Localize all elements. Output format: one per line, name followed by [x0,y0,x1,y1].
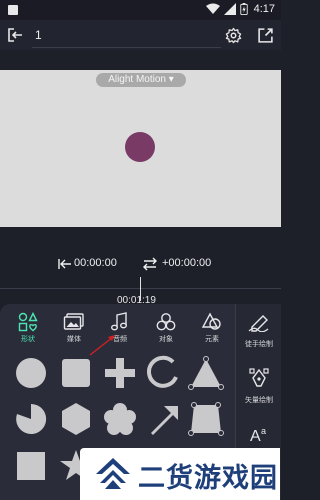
media-icon [63,313,84,330]
tab-label: 形状 [21,336,35,343]
tab-label: 元素 [205,336,219,343]
export-icon[interactable] [257,27,274,44]
start-timecode[interactable]: 00:00:00 [74,257,117,269]
swap-icon[interactable] [142,257,158,271]
shape-pie[interactable] [11,399,51,439]
shape-circle[interactable] [11,353,51,393]
pie-icon [16,403,47,434]
vector-draw-icon [249,368,269,387]
app-watermark[interactable]: Alight Motion ▾ [96,73,186,87]
site-name: 二货游戏园 [138,463,278,494]
site-logo-icon [96,458,130,489]
svg-text:a: a [261,426,266,436]
circle-icon [16,358,46,388]
site-watermark-banner: 二货游戏园 [80,448,280,500]
shape-flower[interactable] [100,399,140,439]
tab-media[interactable]: 媒体 [51,312,97,346]
square-icon [62,359,90,387]
shape-trapezoid[interactable] [186,399,226,439]
editor-toolbar: 1 [0,20,281,50]
square-small-icon [17,452,45,480]
audio-icon [111,312,127,331]
svg-text:A: A [250,428,261,444]
shape-plus[interactable] [100,353,140,393]
status-bar: 4:17 [0,0,281,20]
triangle-icon [188,356,224,390]
exit-icon[interactable] [7,27,23,43]
shape-hexagon[interactable] [56,399,96,439]
shapes-icon [18,312,38,332]
shape-triangle[interactable] [186,353,226,393]
tab-shapes[interactable]: 形状 [5,312,51,346]
tab-elements[interactable]: 元素 [189,312,235,346]
shape-square-small[interactable] [11,446,51,486]
trapezoid-icon [188,402,224,436]
freehand-draw-button[interactable]: 徒手绘制 [236,314,282,349]
project-name-field[interactable]: 1 [35,28,42,42]
signal-icon [224,3,236,15]
start-marker-icon[interactable] [58,258,72,270]
tab-label: 对象 [159,336,173,343]
shape-arrow[interactable] [143,399,183,439]
tab-label: 媒体 [67,336,81,343]
preview-background [0,50,281,70]
text-icon: A a [250,426,266,445]
wifi-icon [206,3,220,14]
object-icon [156,313,176,331]
battery-icon [240,3,248,15]
project-name-underline [32,47,221,48]
vector-draw-button[interactable]: 矢量绘制 [236,368,282,405]
gear-icon[interactable] [225,27,242,44]
element-icon [201,312,221,330]
shape-arc[interactable] [143,353,183,393]
duration-timecode[interactable]: +00:00:00 [162,257,211,269]
side-tool-label: 矢量绘制 [245,397,273,404]
circle-layer[interactable] [125,132,155,162]
arc-icon [147,355,178,388]
arrow-icon [151,406,178,435]
tab-object[interactable]: 对象 [143,312,189,346]
side-tool-label: 徒手绘制 [245,341,273,348]
composition-canvas[interactable]: Alight Motion ▾ [0,70,281,227]
tab-label: 音频 [113,336,127,343]
tab-audio[interactable]: 音频 [97,312,143,346]
flower-icon [104,403,136,435]
shape-square[interactable] [56,353,96,393]
plus-icon [105,358,135,388]
notification-icon [8,5,18,15]
status-time: 4:17 [253,3,275,15]
hexagon-icon [62,403,90,435]
freehand-draw-icon [248,315,269,333]
